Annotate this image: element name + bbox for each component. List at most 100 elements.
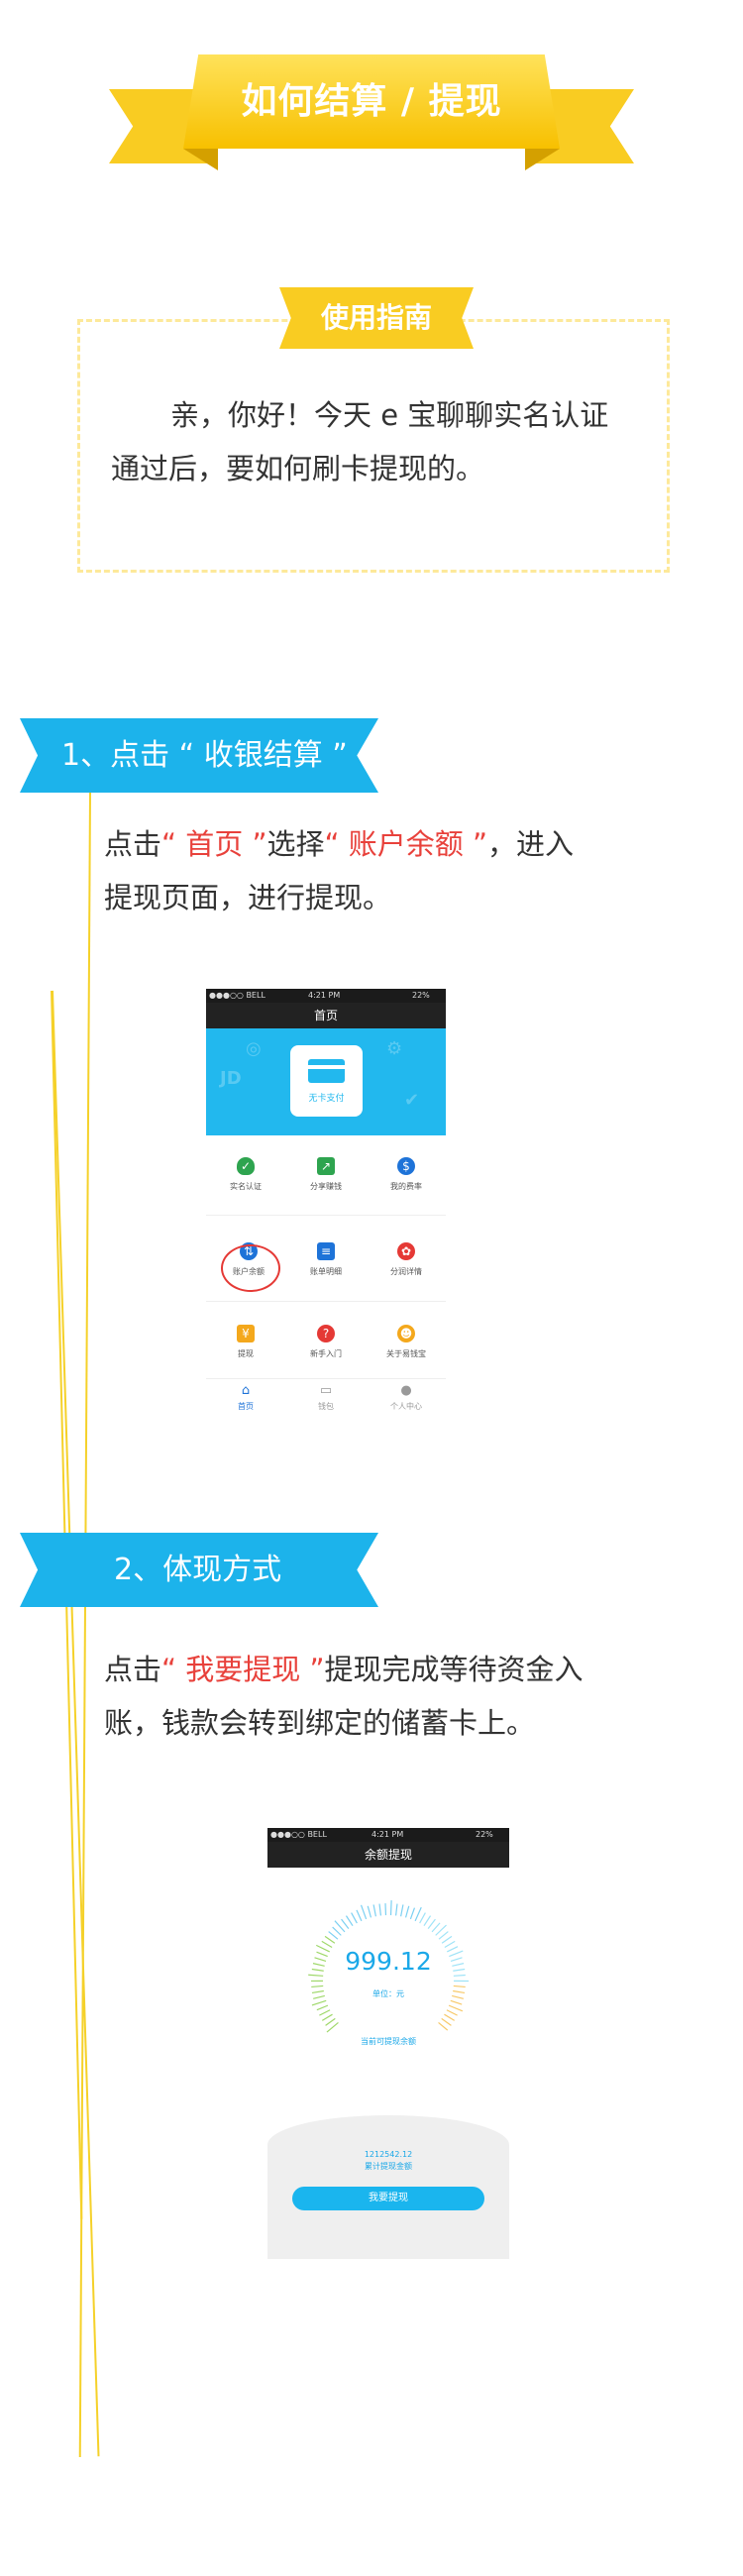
wallet-icon: ▭	[319, 1383, 333, 1398]
gauge-tick	[450, 1999, 463, 2005]
gauge-tick	[446, 2009, 458, 2016]
home-screenshot: ●●●○○ BELL 4:21 PM 22% 首页 JD ◎ ⚙ ✔ 无卡支付 …	[206, 989, 446, 1425]
gauge-tick	[321, 2013, 333, 2021]
text-part: 提现完成等待资金入	[324, 1653, 584, 1686]
decor-line	[52, 990, 100, 2457]
nav-title: 余额提现	[267, 1842, 509, 1868]
text-part: 选择	[266, 827, 325, 861]
highlight-text: “ 账户余额 ”	[324, 827, 488, 861]
grid-label: 分润详情	[390, 1267, 422, 1276]
home-icon: ⌂	[241, 1383, 251, 1398]
text-part: ，进入	[487, 827, 575, 861]
card-icon	[308, 1059, 345, 1083]
grid-item-rate[interactable]: $ 我的费率	[367, 1157, 446, 1192]
highlight-circle	[221, 1244, 280, 1292]
grid-label: 账单明细	[310, 1267, 342, 1276]
grid-label: 实名认证	[230, 1182, 262, 1191]
status-bar: ●●●○○ BELL 4:21 PM 22%	[206, 989, 446, 1003]
guide-tag: 使用指南	[279, 287, 474, 349]
divider	[206, 1215, 446, 1216]
gauge-tick	[360, 1904, 368, 1920]
gauge-tick	[351, 1912, 358, 1924]
highlight-text: “ 我要提现 ”	[161, 1653, 325, 1686]
tab-label: 钱包	[318, 1402, 334, 1411]
total-withdrawn-value: 1212542.12	[364, 2150, 413, 2159]
cardless-pay-button[interactable]: 无卡支付	[290, 1045, 363, 1117]
grid-item-profit[interactable]: ✿ 分润详情	[367, 1242, 446, 1277]
text-part: 点击	[104, 1653, 162, 1686]
section2-ribbon: 2、体现方式	[20, 1533, 378, 1607]
text-part: 点击	[104, 827, 162, 861]
gauge-tick	[419, 1912, 426, 1924]
gauge-tick	[341, 1918, 350, 1929]
grid-label: 分享赚钱	[310, 1182, 342, 1191]
gauge-tick	[311, 1999, 327, 2006]
bottom-panel: 1212542.12 累计提现金额 我要提现	[267, 2115, 509, 2259]
grid-item-help[interactable]: ? 新手入门	[286, 1325, 366, 1359]
withdraw-button[interactable]: 我要提现	[292, 2187, 484, 2210]
gauge-tick	[441, 2017, 452, 2026]
gauge-tick	[441, 1935, 453, 1944]
grid-item-share[interactable]: ↗ 分享赚钱	[286, 1157, 366, 1192]
about-icon: ☻	[397, 1325, 415, 1342]
gauge-tick	[427, 1918, 436, 1929]
share-icon: ↗	[317, 1157, 335, 1175]
grid-label: 关于易钱宝	[386, 1349, 426, 1358]
page-title: 如何结算 / 提现	[241, 81, 502, 122]
grid-label: 提现	[238, 1349, 254, 1358]
grid-item-bill[interactable]: ≡ 账单明细	[286, 1242, 366, 1277]
grid-item-about[interactable]: ☻ 关于易钱宝	[367, 1325, 446, 1359]
grid-item-verify[interactable]: ✓ 实名认证	[206, 1157, 285, 1192]
nav-title: 首页	[206, 1003, 446, 1028]
coin-watermark-icon: ◎	[246, 1038, 262, 1059]
highlight-text: “ 首页 ”	[161, 827, 267, 861]
balance-amount: 999.12	[345, 1947, 432, 1976]
gauge-tick	[404, 1905, 410, 1918]
gauge-tick	[389, 1900, 392, 1916]
tab-label: 首页	[238, 1402, 254, 1411]
card-stripe	[308, 1065, 345, 1069]
gauge-tick	[431, 1922, 441, 1933]
battery: 22%	[476, 1830, 493, 1839]
total-withdrawn-label: 累计提现金额	[365, 2162, 412, 2171]
section2-text: 点击“ 我要提现 ”提现完成等待资金入 账，钱款会转到绑定的储蓄卡上。	[104, 1643, 659, 1750]
gauge-tick	[400, 1904, 404, 1917]
gauge-tick	[438, 1931, 449, 1940]
grid-label: 我的费率	[390, 1182, 422, 1191]
check-watermark-icon: ✔	[404, 1090, 420, 1111]
title-banner: 如何结算 / 提现	[109, 45, 634, 170]
gauge-tick	[324, 1935, 336, 1944]
person-icon: ●	[400, 1383, 412, 1398]
shield-check-icon: ✓	[237, 1157, 255, 1175]
grid-item-withdraw[interactable]: ¥ 提现	[206, 1325, 285, 1359]
gauge-tick	[372, 1904, 376, 1917]
guide-text-line: 通过后，要如何刷卡提现的。	[111, 452, 485, 485]
section1-ribbon: 1、点击 “ 收银结算 ”	[20, 718, 378, 793]
gauge-tick	[332, 1926, 342, 1936]
withdraw-screenshot: ●●●○○ BELL 4:21 PM 22% 余额提现 999.12 单位：元 …	[267, 1828, 509, 2259]
text-part: 账，钱款会转到绑定的储蓄卡上。	[104, 1706, 536, 1740]
divider	[206, 1378, 446, 1379]
rate-icon: $	[397, 1157, 415, 1175]
grid-label: 新手入门	[310, 1349, 342, 1358]
bill-icon: ≡	[317, 1242, 335, 1260]
balance-unit: 单位：元	[372, 1989, 404, 1998]
gauge-tick	[409, 1907, 416, 1920]
section2-title: 2、体现方式	[114, 1553, 282, 1587]
gauge-tick	[378, 1903, 381, 1916]
gauge-tick	[444, 2013, 456, 2021]
tab-home[interactable]: ⌂ 首页	[206, 1383, 285, 1412]
gauge-tick	[328, 1931, 339, 1940]
tab-wallet[interactable]: ▭ 钱包	[286, 1383, 366, 1412]
withdraw-icon: ¥	[237, 1325, 255, 1342]
jd-watermark-icon: JD	[220, 1068, 242, 1089]
gauge-tick	[319, 2009, 331, 2016]
status-bar: ●●●○○ BELL 4:21 PM 22%	[267, 1828, 509, 1842]
gauge-tick	[438, 2021, 449, 2031]
gauge-tick	[325, 2017, 336, 2026]
cardless-pay-label: 无卡支付	[308, 1094, 345, 1104]
carrier: ●●●○○ BELL	[270, 1830, 327, 1839]
tab-profile[interactable]: ● 个人中心	[367, 1383, 446, 1412]
tab-label: 个人中心	[390, 1402, 422, 1411]
hero-banner: JD ◎ ⚙ ✔ 无卡支付	[206, 1028, 446, 1135]
